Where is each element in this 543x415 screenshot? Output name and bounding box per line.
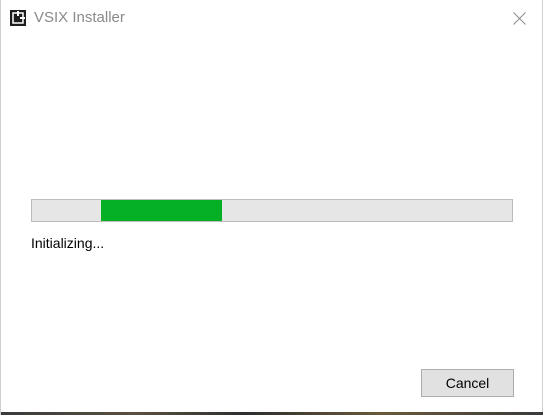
- vsix-installer-icon: [10, 10, 26, 26]
- status-text: Initializing...: [31, 235, 105, 251]
- progress-bar: [31, 199, 513, 222]
- window-title: VSIX Installer: [34, 9, 125, 26]
- vsix-installer-window: VSIX Installer Initializing... Cancel: [0, 0, 543, 415]
- progress-fill: [100, 200, 222, 221]
- close-button[interactable]: [496, 0, 542, 36]
- cancel-button[interactable]: Cancel: [421, 369, 514, 397]
- close-icon: [512, 11, 526, 25]
- title-bar[interactable]: VSIX Installer: [1, 0, 542, 36]
